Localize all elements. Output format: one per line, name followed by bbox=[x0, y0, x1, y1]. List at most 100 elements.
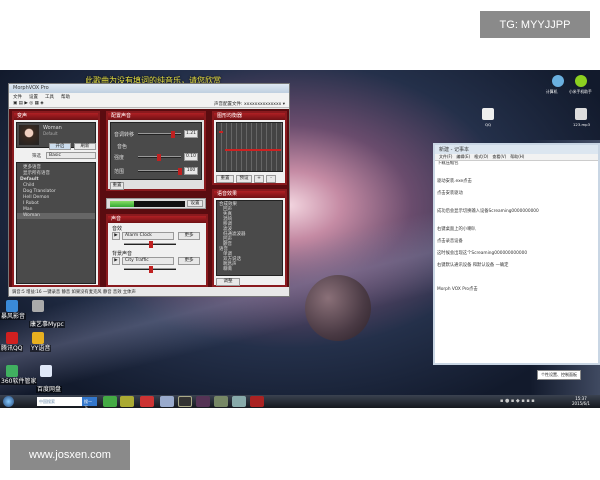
eq-reset-button[interactable]: 重置 bbox=[216, 175, 234, 183]
menu-file[interactable]: 文件(F) bbox=[439, 154, 452, 159]
pitch-label: 音调转移 bbox=[114, 132, 135, 138]
menu-view[interactable]: 查看(V) bbox=[492, 154, 506, 159]
voice-panel: 变声 Woman Default 开启 刷新 筛选 Basic 更多语音 显示所… bbox=[12, 111, 100, 287]
pitch-value[interactable]: 1.21 bbox=[184, 130, 198, 138]
timbre-label: 音色 bbox=[117, 144, 128, 150]
effects-settings-button[interactable]: 调整 bbox=[216, 278, 240, 286]
tweak-panel: 配置声音 音调转移 1.21 音色 强度 0.10 范围 100 重置 bbox=[106, 111, 206, 191]
notepad-line: Morph VOX Pro点击 bbox=[437, 287, 478, 292]
morphvox-window: MorphVOX Pro 文件 设置 工具 帮助 ▣ ▤ ▶ ◎ ▦ ◈ 声音配… bbox=[8, 83, 290, 297]
strength-slider[interactable] bbox=[138, 154, 181, 161]
strength-label: 强度 bbox=[114, 155, 125, 161]
icon-label: 小米手机助手 bbox=[569, 89, 592, 94]
desktop-icon-computer[interactable] bbox=[552, 75, 564, 87]
notepad-text-area[interactable]: 下载压缩包 驱动安装.exe点击 点击安装驱动 成功后会显示切换输入设备Screami… bbox=[435, 160, 598, 360]
desktop-icon-xiaomi[interactable] bbox=[575, 75, 587, 87]
menu-settings[interactable]: 设置 bbox=[29, 94, 38, 100]
taskbar-app[interactable] bbox=[140, 396, 154, 407]
desktop-icon-mp3[interactable] bbox=[575, 108, 587, 120]
taskbar-app[interactable] bbox=[232, 396, 246, 407]
taskbar-app[interactable] bbox=[178, 396, 192, 407]
eq-preset-button[interactable]: 预设 bbox=[236, 175, 252, 183]
menu-help[interactable]: 帮助(H) bbox=[510, 154, 524, 159]
eq-bands[interactable] bbox=[216, 122, 283, 172]
planet bbox=[305, 275, 371, 341]
taskbar: 中国搜索 搜一下 ▪ ● ▪ ◆ ▪ ▪ ▪ 15:37 2015/6/1 bbox=[0, 395, 600, 410]
icon-label: 腾讯QQ bbox=[0, 345, 24, 352]
menu-bar: 文件 设置 工具 帮助 bbox=[9, 93, 289, 100]
range-slider[interactable] bbox=[138, 168, 182, 175]
desktop-icon-baidu[interactable] bbox=[40, 365, 52, 377]
level-meter: 设置 bbox=[106, 198, 206, 209]
panel-title: 配置声音 bbox=[108, 113, 204, 120]
desktop-icon-file[interactable] bbox=[482, 108, 494, 120]
toolbar: ▣ ▤ ▶ ◎ ▦ ◈ 声音配置文件: xxxxxxxxxxxxxx ▾ bbox=[9, 100, 289, 108]
effects-list: 合成效果 回声 失真 混响 移调 滤波 低通滤波器 回声 颤音 语音 单调 双方… bbox=[216, 200, 283, 276]
play-background-button[interactable]: ▶ bbox=[112, 257, 120, 265]
taskbar-app[interactable] bbox=[214, 396, 228, 407]
tweak-reset-button[interactable]: 重置 bbox=[110, 182, 124, 190]
filter-select[interactable]: Basic bbox=[46, 152, 96, 159]
taskbar-app[interactable] bbox=[250, 396, 264, 407]
panel-title: 语音效果 bbox=[214, 191, 285, 198]
play-sound-button[interactable]: ▶ bbox=[112, 232, 120, 240]
taskbar-app[interactable] bbox=[120, 396, 134, 407]
background-label: 背景声音 bbox=[112, 251, 133, 257]
effects-panel: 语音效果 合成效果 回声 失真 混响 移调 滤波 低通滤波器 回声 颤音 语音 … bbox=[212, 189, 287, 287]
taskbar-app[interactable] bbox=[196, 396, 210, 407]
search-input[interactable]: 中国搜索 bbox=[37, 397, 82, 406]
profile-label: 声音配置文件: bbox=[214, 102, 243, 107]
desktop-icon-360[interactable] bbox=[6, 365, 18, 377]
panel-title: 变声 bbox=[14, 113, 98, 120]
search-button[interactable]: 搜一下 bbox=[82, 397, 97, 410]
voice-sub: Default bbox=[43, 131, 58, 136]
sound-panel: 声音 音效 ▶ Alarm Clock 更多 背景声音 ▶ City Traff… bbox=[106, 214, 208, 287]
toolbar-icons[interactable]: ▣ ▤ ▶ ◎ ▦ ◈ bbox=[13, 101, 44, 106]
icon-label: 123.mp3 bbox=[573, 122, 590, 127]
mic-settings-button[interactable]: 设置 bbox=[187, 200, 203, 207]
desktop-icon-yy[interactable] bbox=[32, 332, 44, 344]
background-select[interactable]: City Traffic bbox=[122, 257, 174, 265]
start-button[interactable] bbox=[3, 396, 14, 407]
notepad-window: 新建 - 记事本 文件(F) 编辑(E) 格式(O) 查看(V) 帮助(H) 下… bbox=[433, 143, 600, 365]
eq-panel: 图形均衡器 重置 预设 + - bbox=[212, 111, 287, 185]
menu-format[interactable]: 格式(O) bbox=[474, 154, 488, 159]
taskbar-app[interactable] bbox=[103, 396, 117, 407]
listen-button[interactable]: 开启 bbox=[49, 143, 71, 150]
pitch-slider[interactable] bbox=[138, 131, 181, 138]
system-tray-icons[interactable]: ▪ ● ▪ ◆ ▪ ▪ ▪ bbox=[500, 398, 535, 404]
menu-help[interactable]: 帮助 bbox=[61, 94, 70, 100]
background-volume-slider[interactable] bbox=[124, 266, 176, 273]
more-sounds-button[interactable]: 更多 bbox=[178, 232, 200, 240]
desktop-icon-qq[interactable] bbox=[6, 332, 18, 344]
voice-avatar bbox=[19, 125, 39, 145]
profile-select[interactable]: xxxxxxxxxxxxxx bbox=[244, 102, 281, 107]
panel-title: 声音 bbox=[108, 216, 206, 223]
menu-edit[interactable]: 编辑(E) bbox=[456, 154, 470, 159]
icon-label: 康艺事Mypc bbox=[29, 321, 65, 328]
taskbar-app[interactable] bbox=[160, 396, 174, 407]
desktop-icon-storm[interactable] bbox=[6, 300, 18, 312]
icon-label: 360软件管家 bbox=[0, 378, 38, 385]
desktop-icon-mypc[interactable] bbox=[32, 300, 44, 312]
sound-label: 音效 bbox=[112, 226, 123, 232]
sound-volume-slider[interactable] bbox=[124, 241, 176, 248]
effect-item[interactable]: 嘶嘶 bbox=[217, 267, 282, 272]
strength-value[interactable]: 0.10 bbox=[184, 153, 198, 161]
menu-tools[interactable]: 工具 bbox=[45, 94, 54, 100]
more-backgrounds-button[interactable]: 更多 bbox=[178, 257, 200, 265]
icon-label: QQ bbox=[485, 122, 491, 127]
range-value[interactable]: 100 bbox=[184, 167, 198, 175]
icon-label: YY语音 bbox=[30, 345, 52, 352]
menu-file[interactable]: 文件 bbox=[13, 94, 22, 100]
range-label: 范围 bbox=[114, 169, 125, 175]
eq-remove-button[interactable]: - bbox=[266, 175, 276, 183]
list-item-selected[interactable]: Woman bbox=[17, 213, 95, 219]
clock[interactable]: 15:37 2015/6/1 bbox=[572, 396, 590, 406]
eq-add-button[interactable]: + bbox=[254, 175, 264, 183]
icon-label: 暴风影音 bbox=[0, 313, 27, 320]
title-bar: MorphVOX Pro bbox=[9, 84, 289, 93]
voice-list: 更多语音 显示所有语音 Default Child Dog Translator… bbox=[16, 162, 96, 284]
sound-select[interactable]: Alarm Clock bbox=[122, 232, 174, 240]
refresh-button[interactable]: 刷新 bbox=[74, 143, 96, 150]
